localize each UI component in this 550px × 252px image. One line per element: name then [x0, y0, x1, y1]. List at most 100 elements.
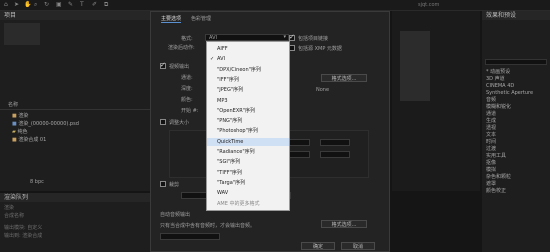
format-option-label: "Radiance"序列: [217, 149, 255, 155]
render-queue-header[interactable]: 渲染队列: [0, 193, 150, 202]
chevron-down-icon: ▾: [283, 34, 286, 40]
format-option[interactable]: QuickTime: [207, 137, 289, 146]
effects-panel-header[interactable]: 效果和预设: [482, 11, 550, 20]
list-item[interactable]: ■ 渲染_(00000-00000).psd: [12, 121, 79, 128]
resize-field[interactable]: [320, 139, 350, 146]
resize-checkbox[interactable]: [160, 119, 166, 125]
pen-tool-icon[interactable]: ✎: [68, 1, 73, 8]
format-option[interactable]: "DPX/Cineon"序列: [207, 66, 289, 74]
cancel-button[interactable]: 取消: [341, 242, 375, 250]
effects-item[interactable]: 文本: [486, 132, 496, 139]
format-option-label: AVI: [217, 56, 225, 63]
format-option-label: "JPEG"序列: [217, 87, 244, 94]
audio-output-label[interactable]: 自动音频输出: [160, 211, 190, 218]
effects-item[interactable]: 模糊和锐化: [486, 104, 511, 111]
effects-item[interactable]: 透视: [486, 125, 496, 132]
brush-tool-icon[interactable]: ✐: [92, 1, 97, 8]
format-option[interactable]: AIFF: [207, 45, 289, 53]
format-option: AME 中的更多格式: [207, 200, 289, 208]
clone-tool-icon[interactable]: ⧉: [104, 1, 108, 9]
format-option[interactable]: "Radiance"序列: [207, 148, 289, 156]
effects-item[interactable]: 时间: [486, 139, 496, 146]
format-option[interactable]: "PNG"序列: [207, 117, 289, 125]
list-item-label: 渲染_(00000-00000).psd: [18, 121, 79, 127]
include-project-link-label: 包括项目链接: [298, 36, 329, 42]
effects-item[interactable]: 抠像: [486, 160, 496, 167]
tab-color-management[interactable]: 色彩管理: [191, 15, 211, 22]
codec-none-text: None: [316, 87, 330, 93]
effects-item[interactable]: 杂色和颗粒: [486, 174, 511, 181]
psd-file-icon: ■: [12, 121, 17, 127]
depth-label: 深度:: [181, 86, 193, 92]
effects-item[interactable]: 生成: [486, 118, 496, 125]
audio-rate-select[interactable]: [160, 233, 220, 240]
effects-item[interactable]: 3D 声道: [486, 76, 505, 83]
effects-item[interactable]: 音频: [486, 97, 496, 104]
composition-icon: ■: [12, 137, 17, 143]
format-option[interactable]: "IFF"序列: [207, 76, 289, 84]
tab-main-options[interactable]: 主要选项: [161, 15, 182, 23]
effects-item[interactable]: 实用工具: [486, 153, 506, 160]
list-item[interactable]: ■ 渲染合成 01: [12, 137, 46, 144]
format-option[interactable]: "Targa"序列: [207, 179, 289, 187]
camera-tool-icon[interactable]: ▣: [56, 1, 62, 8]
effects-item[interactable]: CINEMA 4D: [486, 83, 514, 90]
effects-item[interactable]: 颜色校正: [486, 188, 506, 195]
list-item-label: 纯色: [17, 129, 28, 135]
audio-note: 只有当合成中含有音频时，才会输出音频。: [160, 223, 256, 229]
format-option[interactable]: WAV: [207, 189, 289, 197]
bit-depth-label[interactable]: 8 bpc: [30, 179, 44, 185]
format-option[interactable]: ✓ AVI: [207, 55, 289, 63]
audio-format-options-button[interactable]: 格式选项...: [321, 220, 367, 228]
column-name-header[interactable]: 名称: [8, 101, 18, 108]
format-option[interactable]: "TIFF"序列: [207, 169, 289, 177]
effects-item[interactable]: * 动画预设: [486, 69, 510, 76]
format-option-label: AIFF: [217, 46, 228, 52]
format-option[interactable]: "SGI"序列: [207, 158, 289, 166]
project-panel-header[interactable]: 项目: [0, 11, 150, 20]
start-frame-label: 开始 #:: [181, 108, 199, 114]
format-option[interactable]: MP3: [207, 97, 289, 105]
home-icon[interactable]: ⌂: [4, 1, 8, 8]
list-item-label: 渲染合成 01: [18, 137, 47, 143]
format-label: 格式:: [181, 36, 193, 42]
selection-tool-icon[interactable]: ➤: [14, 1, 19, 8]
format-option-label: "TIFF"序列: [217, 169, 242, 176]
post-render-label: 渲染后动作:: [168, 45, 195, 51]
format-option[interactable]: "Photoshop"序列: [207, 127, 289, 135]
effects-item[interactable]: 模拟: [486, 167, 496, 174]
zoom-tool-icon[interactable]: ⌕: [34, 1, 37, 9]
ok-button[interactable]: 确定: [301, 242, 335, 250]
format-option-label: AME 中的更多格式: [217, 200, 260, 207]
checkmark-icon: ✓: [210, 56, 215, 63]
crop-checkbox[interactable]: [160, 181, 166, 187]
video-output-checkbox[interactable]: [160, 61, 166, 69]
effects-item[interactable]: 遮罩: [486, 181, 496, 188]
hand-tool-icon[interactable]: ✋: [24, 1, 31, 8]
effects-item[interactable]: Synthetic Aperture: [486, 90, 533, 97]
effects-panel: 效果和预设 * 动画预设 3D 声道 CINEMA 4D Synthetic A…: [482, 11, 550, 252]
crop-label: 裁剪: [169, 182, 180, 188]
format-option-label: "PNG"序列: [217, 118, 243, 125]
resize-field[interactable]: [320, 151, 350, 158]
render-queue-row: 合成名称: [4, 213, 25, 219]
effects-item[interactable]: 通道: [486, 111, 496, 118]
include-xmp-label: 包括源 XMP 元数据: [298, 46, 342, 52]
render-queue-row: 输出模块: 自定义: [4, 225, 43, 231]
text-tool-icon[interactable]: T: [80, 1, 84, 8]
project-thumbnail: [4, 23, 40, 45]
list-item[interactable]: ▰ 纯色: [12, 129, 27, 136]
effects-item[interactable]: 过渡: [486, 146, 496, 153]
project-panel: 项目 名称 ■ 渲染 ■ 渲染_(00000-00000).psd ▰ 纯色 ■…: [0, 11, 150, 191]
video-output-label: 视频输出: [169, 64, 190, 70]
video-format-options-button[interactable]: 格式选项...: [321, 74, 367, 82]
format-select[interactable]: AVI ▾: [205, 34, 289, 41]
effects-search-field[interactable]: [485, 59, 547, 65]
list-item[interactable]: ■ 渲染: [12, 113, 28, 120]
resize-label: 调整大小: [169, 120, 190, 126]
channels-label: 通道:: [181, 75, 193, 81]
format-option[interactable]: "OpenEXR"序列: [207, 107, 289, 115]
format-option-label: "OpenEXR"序列: [217, 107, 256, 114]
rotate-tool-icon[interactable]: ↻: [44, 1, 49, 8]
format-option[interactable]: "JPEG"序列: [207, 86, 289, 94]
